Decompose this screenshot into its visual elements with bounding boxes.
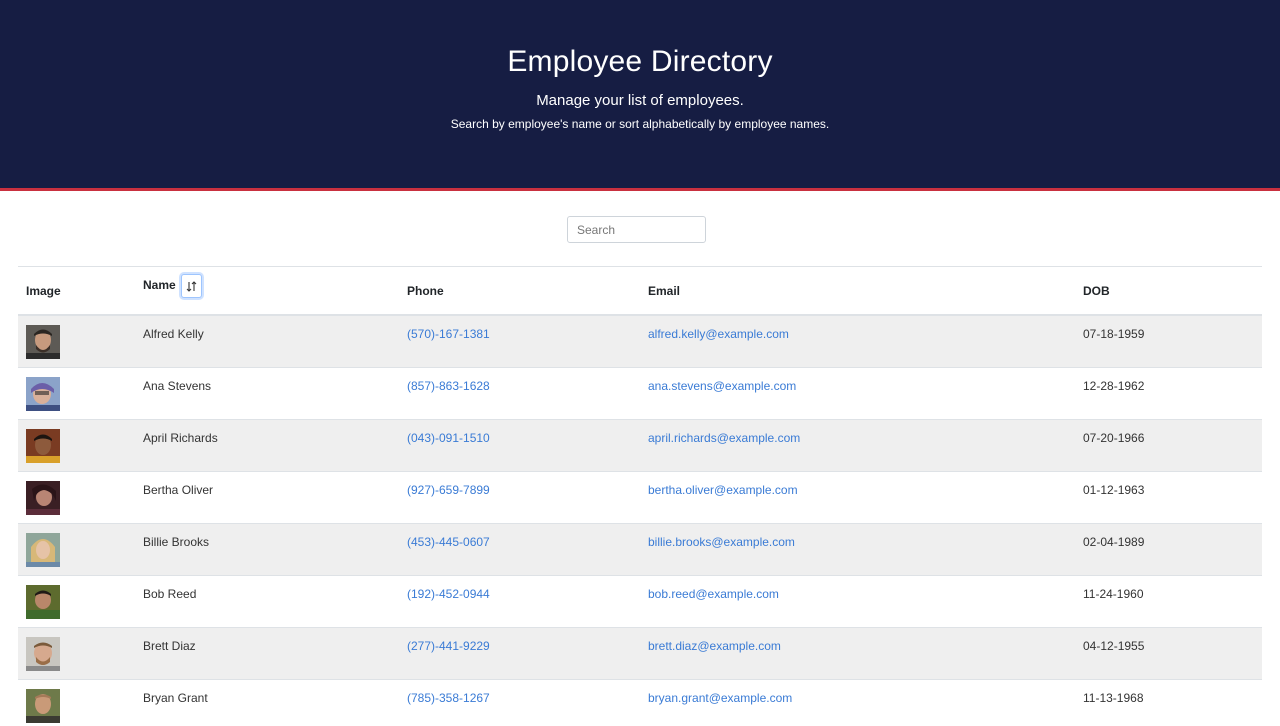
phone-cell: (453)-445-0607 — [399, 522, 640, 575]
image-cell — [18, 574, 135, 627]
table-row: Ana Stevens (857)-863-1628 ana.stevens@e… — [18, 366, 1262, 419]
sort-arrows-icon — [186, 280, 197, 292]
image-cell — [18, 522, 135, 575]
table-row: Brett Diaz (277)-441-9229 brett.diaz@exa… — [18, 626, 1262, 679]
phone-cell: (857)-863-1628 — [399, 366, 640, 419]
column-header-image: Image — [18, 267, 135, 316]
dob-cell: 01-12-1963 — [1075, 470, 1262, 523]
dob-cell: 07-18-1959 — [1075, 314, 1262, 367]
avatar — [26, 688, 60, 723]
phone-cell: (277)-441-9229 — [399, 626, 640, 679]
image-cell — [18, 366, 135, 419]
email-cell: bertha.oliver@example.com — [640, 470, 1075, 523]
column-header-email: Email — [640, 267, 1075, 316]
column-header-phone: Phone — [399, 267, 640, 316]
email-cell: ana.stevens@example.com — [640, 366, 1075, 419]
phone-link[interactable]: (453)-445-0607 — [407, 535, 490, 549]
email-link[interactable]: ana.stevens@example.com — [648, 379, 796, 393]
email-cell: brett.diaz@example.com — [640, 626, 1075, 679]
avatar — [26, 428, 60, 463]
phone-cell: (192)-452-0944 — [399, 574, 640, 627]
phone-cell: (785)-358-1267 — [399, 678, 640, 726]
avatar — [26, 376, 60, 411]
table-row: Bob Reed (192)-452-0944 bob.reed@example… — [18, 574, 1262, 627]
name-cell: Bertha Oliver — [135, 470, 399, 523]
dob-cell: 12-28-1962 — [1075, 366, 1262, 419]
table-row: Alfred Kelly (570)-167-1381 alfred.kelly… — [18, 314, 1262, 367]
page-title: Employee Directory — [507, 45, 773, 78]
table-row: Billie Brooks (453)-445-0607 billie.broo… — [18, 522, 1262, 575]
phone-link[interactable]: (277)-441-9229 — [407, 639, 490, 653]
avatar — [26, 636, 60, 671]
email-link[interactable]: bryan.grant@example.com — [648, 691, 792, 705]
phone-link[interactable]: (785)-358-1267 — [407, 691, 490, 705]
image-cell — [18, 470, 135, 523]
email-cell: alfred.kelly@example.com — [640, 314, 1075, 367]
avatar — [26, 325, 60, 359]
page-header: Employee Directory Manage your list of e… — [0, 0, 1280, 191]
search-input[interactable] — [567, 216, 706, 243]
table-row: Bertha Oliver (927)-659-7899 bertha.oliv… — [18, 470, 1262, 523]
table-header-row: Image Name Phone Email DOB — [18, 267, 1262, 316]
email-link[interactable]: bob.reed@example.com — [648, 587, 779, 601]
phone-link[interactable]: (570)-167-1381 — [407, 327, 490, 341]
phone-link[interactable]: (927)-659-7899 — [407, 483, 490, 497]
employee-table: Image Name Phone Email DOB Alfred Kelly … — [18, 267, 1262, 726]
name-cell: Billie Brooks — [135, 522, 399, 575]
phone-cell: (043)-091-1510 — [399, 418, 640, 471]
phone-link[interactable]: (192)-452-0944 — [407, 587, 490, 601]
email-link[interactable]: april.richards@example.com — [648, 431, 800, 445]
avatar — [26, 480, 60, 515]
table-row: Bryan Grant (785)-358-1267 bryan.grant@e… — [18, 678, 1262, 726]
name-cell: Ana Stevens — [135, 366, 399, 419]
email-link[interactable]: alfred.kelly@example.com — [648, 327, 789, 341]
sort-button[interactable] — [181, 274, 203, 298]
table-row: April Richards (043)-091-1510 april.rich… — [18, 418, 1262, 471]
page-description: Search by employee's name or sort alphab… — [450, 117, 830, 131]
image-cell — [18, 678, 135, 726]
email-cell: bryan.grant@example.com — [640, 678, 1075, 726]
name-cell: Bob Reed — [135, 574, 399, 627]
phone-link[interactable]: (043)-091-1510 — [407, 431, 490, 445]
phone-cell: (570)-167-1381 — [399, 314, 640, 367]
avatar — [26, 532, 60, 567]
name-cell: April Richards — [135, 418, 399, 471]
column-header-name-label: Name — [143, 278, 176, 293]
phone-link[interactable]: (857)-863-1628 — [407, 379, 490, 393]
phone-cell: (927)-659-7899 — [399, 470, 640, 523]
avatar — [26, 584, 60, 619]
search-bar — [18, 191, 1262, 267]
image-cell — [18, 626, 135, 679]
dob-cell: 02-04-1989 — [1075, 522, 1262, 575]
dob-cell: 07-20-1966 — [1075, 418, 1262, 471]
email-cell: bob.reed@example.com — [640, 574, 1075, 627]
email-link[interactable]: bertha.oliver@example.com — [648, 483, 798, 497]
email-cell: billie.brooks@example.com — [640, 522, 1075, 575]
name-cell: Bryan Grant — [135, 678, 399, 726]
email-link[interactable]: billie.brooks@example.com — [648, 535, 795, 549]
page-subtitle: Manage your list of employees. — [536, 92, 744, 109]
dob-cell: 11-13-1968 — [1075, 678, 1262, 726]
email-cell: april.richards@example.com — [640, 418, 1075, 471]
column-header-dob: DOB — [1075, 267, 1262, 316]
name-cell: Brett Diaz — [135, 626, 399, 679]
email-link[interactable]: brett.diaz@example.com — [648, 639, 781, 653]
name-cell: Alfred Kelly — [135, 314, 399, 367]
image-cell — [18, 314, 135, 367]
dob-cell: 04-12-1955 — [1075, 626, 1262, 679]
column-header-name: Name — [135, 267, 399, 316]
image-cell — [18, 418, 135, 471]
dob-cell: 11-24-1960 — [1075, 574, 1262, 627]
